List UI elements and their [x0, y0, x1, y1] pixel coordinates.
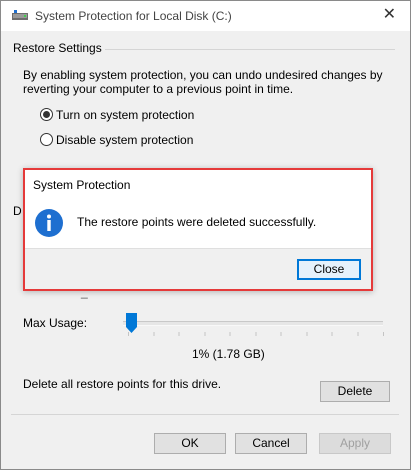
usage-value: 1% (1.78 GB): [192, 347, 265, 361]
ok-button[interactable]: OK: [154, 433, 226, 454]
window-title: System Protection for Local Disk (C:): [35, 9, 232, 23]
info-icon: [35, 209, 63, 237]
radio-disable[interactable]: [40, 133, 53, 146]
title-bar: System Protection for Local Disk (C:) ✕: [1, 1, 410, 31]
restore-deleted-dialog: System Protection The restore points wer…: [23, 168, 373, 291]
radio-turn-on[interactable]: [40, 108, 53, 121]
dialog-close-button[interactable]: Close: [297, 259, 361, 280]
dialog-message: The restore points were deleted successf…: [77, 215, 317, 229]
restore-description-line2: reverting your computer to a previous po…: [23, 82, 294, 96]
max-usage-slider-thumb[interactable]: [125, 313, 137, 333]
drive-icon: [12, 10, 28, 20]
restore-settings-label: Restore Settings: [13, 41, 102, 55]
dialog-footer: Close: [25, 248, 371, 289]
radio-disable-label[interactable]: Disable system protection: [56, 132, 193, 148]
dialog-title: System Protection: [33, 178, 131, 192]
delete-description: Delete all restore points for this drive…: [23, 377, 222, 391]
max-usage-slider-track[interactable]: [123, 321, 383, 326]
cancel-button[interactable]: Cancel: [235, 433, 307, 454]
slider-ticks: [128, 332, 384, 336]
window-close-icon[interactable]: ✕: [383, 6, 396, 24]
max-usage-label: Max Usage:: [23, 316, 88, 330]
footer-divider: [11, 414, 399, 415]
radio-turn-on-label[interactable]: Turn on system protection: [56, 107, 194, 123]
group-divider: [105, 49, 395, 50]
disk-space-label-partial: D: [13, 204, 22, 218]
system-protection-window: System Protection for Local Disk (C:) ✕ …: [0, 0, 411, 470]
apply-button: Apply: [319, 433, 391, 454]
delete-button[interactable]: Delete: [320, 381, 390, 402]
